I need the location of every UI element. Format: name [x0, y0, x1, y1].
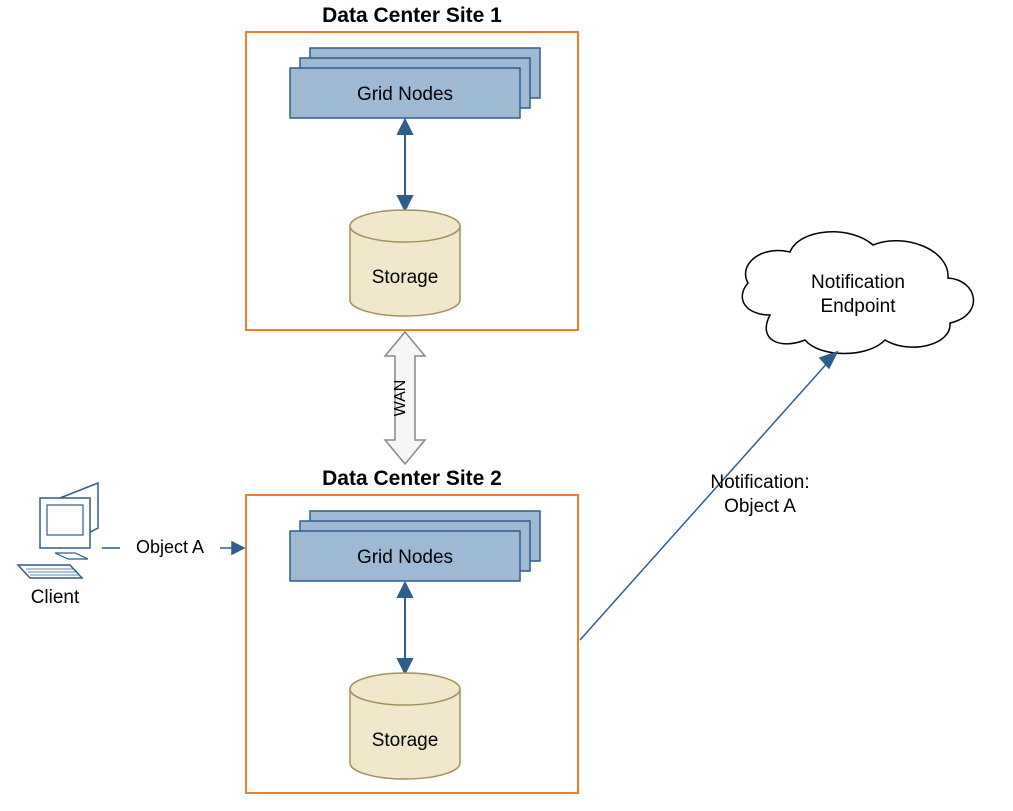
site2-grid-nodes: Grid Nodes: [290, 511, 540, 581]
cloud-line2: Endpoint: [820, 296, 896, 317]
site2-internal-arrow: [398, 583, 412, 673]
site1-title: Data Center Site 1: [322, 4, 502, 27]
cloud-line1: Notification: [811, 272, 905, 293]
object-a-label: Object A: [136, 537, 204, 557]
site1-storage: Storage: [350, 210, 460, 316]
site2-storage-label: Storage: [372, 730, 439, 751]
wan-label: WAN: [392, 380, 409, 417]
notification-cloud: Notification Endpoint: [742, 232, 973, 354]
site2-title: Data Center Site 2: [322, 467, 502, 490]
site1-storage-label: Storage: [372, 267, 439, 288]
site2-nodes-label: Grid Nodes: [357, 547, 453, 568]
site1-group: Data Center Site 1 Grid Nodes Storage: [246, 4, 578, 330]
site2-group: Data Center Site 2 Grid Nodes Storage: [246, 467, 578, 793]
site2-storage: Storage: [350, 673, 460, 779]
site1-nodes-label: Grid Nodes: [357, 84, 453, 105]
site1-grid-nodes: Grid Nodes: [290, 48, 540, 118]
wan-arrow: WAN: [385, 332, 425, 464]
notification-line2: Object A: [724, 496, 796, 517]
object-a-arrow: Object A: [102, 535, 244, 557]
client-label: Client: [31, 587, 80, 608]
architecture-diagram: Data Center Site 1 Grid Nodes Storage WA…: [0, 0, 1013, 811]
site1-internal-arrow: [398, 120, 412, 210]
notification-arrow: Notification: Object A: [580, 352, 837, 640]
notification-line1: Notification:: [710, 472, 809, 493]
client-icon: Client: [18, 483, 98, 608]
